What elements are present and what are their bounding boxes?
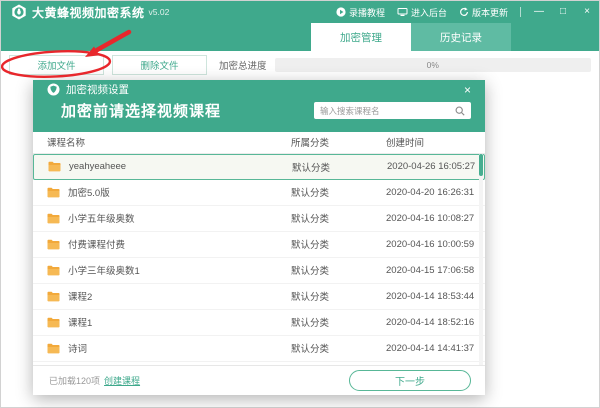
table-row[interactable]: 课程1 默认分类 2020-04-14 18:52:16 xyxy=(33,309,485,336)
scrollbar-track[interactable] xyxy=(479,153,483,365)
folder-icon xyxy=(47,291,60,301)
course-created-time: 2020-04-20 16:26:31 xyxy=(386,186,475,198)
progress-label: 加密总进度 xyxy=(219,61,267,72)
course-name: 加密5.0版 xyxy=(68,188,110,200)
table-row[interactable]: 加密5.0版 默认分类 2020-04-20 16:26:31 xyxy=(33,179,485,206)
table-row[interactable]: 付费课程付费 默认分类 2020-04-16 10:00:59 xyxy=(33,231,485,258)
course-name: 诗词 xyxy=(68,344,88,356)
table-row[interactable]: 课时测验课程一 默认分类 2020-04-10 10:32:54 xyxy=(33,361,485,365)
column-created-time: 创建时间 xyxy=(386,138,425,150)
update-link-label: 版本更新 xyxy=(471,7,508,18)
scrollbar-thumb[interactable] xyxy=(479,153,483,176)
column-course-name: 课程名称 xyxy=(47,138,86,150)
course-category: 默认分类 xyxy=(291,318,330,330)
dialog-title: 加密视频设置 xyxy=(66,84,129,97)
table-row[interactable]: 小学三年级奥数1 默认分类 2020-04-15 17:06:58 xyxy=(33,257,485,284)
table-row[interactable]: yeahyeaheee 默认分类 2020-04-26 16:05:27 xyxy=(33,153,485,180)
titlebar-separator xyxy=(520,7,521,17)
encrypt-progress-bar: 0% xyxy=(274,58,591,72)
toolbar: 添加文件 删除文件 加密总进度 0% xyxy=(1,51,599,79)
dialog-subtitle: 加密前请选择视频课程 xyxy=(61,103,222,121)
tab-encrypt-manage[interactable]: 加密管理 xyxy=(311,23,411,51)
course-created-time: 2020-04-14 18:52:16 xyxy=(386,316,475,328)
course-created-time: 2020-04-14 18:53:44 xyxy=(386,290,475,302)
folder-icon xyxy=(47,343,60,353)
course-name: 课程2 xyxy=(68,292,93,304)
table-header: 课程名称 所属分类 创建时间 xyxy=(33,131,485,154)
course-category: 默认分类 xyxy=(291,240,330,252)
backend-link-label: 进入后台 xyxy=(410,7,447,18)
course-category: 默认分类 xyxy=(291,188,330,200)
course-category: 默认分类 xyxy=(291,292,330,304)
backend-link[interactable]: 进入后台 xyxy=(397,6,447,19)
course-name: 付费课程付费 xyxy=(68,240,126,252)
tab-bar: 加密管理 历史记录 xyxy=(1,23,599,51)
course-category: 默认分类 xyxy=(291,344,330,356)
dialog-close-icon[interactable]: × xyxy=(464,84,471,96)
encrypt-settings-dialog: 加密视频设置 × 加密前请选择视频课程 课程名称 所属分类 创建时间 yeahy… xyxy=(33,80,485,395)
course-created-time: 2020-04-15 17:06:58 xyxy=(386,264,475,276)
folder-icon xyxy=(47,317,60,327)
tutorial-link[interactable]: 录播教程 xyxy=(336,6,385,19)
play-circle-icon xyxy=(336,7,346,17)
minimize-button[interactable]: — xyxy=(533,7,545,17)
app-window: 大黄蜂视频加密系统 v5.02 录播教程 进入后台 版本更新 — □ × 加密管… xyxy=(0,0,600,408)
course-category: 默认分类 xyxy=(291,214,330,226)
dialog-footer: 已加载120项 创建课程 下一步 xyxy=(33,365,485,395)
maximize-button[interactable]: □ xyxy=(557,7,569,17)
close-button[interactable]: × xyxy=(581,7,593,17)
add-file-button[interactable]: 添加文件 xyxy=(9,55,104,75)
course-category: 默认分类 xyxy=(292,162,331,174)
course-created-time: 2020-04-16 10:00:59 xyxy=(386,238,475,250)
course-created-time: 2020-04-16 10:08:27 xyxy=(386,212,475,224)
course-search-input[interactable] xyxy=(320,105,455,116)
tutorial-link-label: 录播教程 xyxy=(348,7,385,18)
loaded-count-text: 已加载120项 xyxy=(49,376,101,386)
table-row[interactable]: 诗词 默认分类 2020-04-14 14:41:37 xyxy=(33,335,485,362)
folder-icon xyxy=(48,161,61,172)
update-link[interactable]: 版本更新 xyxy=(459,6,508,19)
folder-icon xyxy=(47,213,60,223)
create-course-link[interactable]: 创建课程 xyxy=(104,374,140,387)
dialog-subheader: 加密前请选择视频课程 xyxy=(33,99,485,132)
course-name: 课程1 xyxy=(68,318,93,330)
table-row[interactable]: 课程2 默认分类 2020-04-14 18:53:44 xyxy=(33,283,485,310)
course-category: 默认分类 xyxy=(291,266,330,278)
column-category: 所属分类 xyxy=(291,138,330,150)
titlebar: 大黄蜂视频加密系统 v5.02 录播教程 进入后台 版本更新 — □ × xyxy=(1,1,599,23)
course-created-time: 2020-04-14 14:41:37 xyxy=(386,342,475,354)
app-title: 大黄蜂视频加密系统 xyxy=(32,5,145,20)
course-created-time: 2020-04-26 16:05:27 xyxy=(387,161,476,173)
course-name: 小学三年级奥数1 xyxy=(68,266,140,278)
course-list: yeahyeaheee 默认分类 2020-04-26 16:05:27 加密5… xyxy=(33,153,485,365)
delete-file-button[interactable]: 删除文件 xyxy=(112,55,207,75)
search-icon[interactable] xyxy=(455,106,465,116)
folder-icon xyxy=(47,239,60,249)
dialog-titlebar: 加密视频设置 × xyxy=(33,80,485,100)
progress-percent: 0% xyxy=(426,60,439,70)
course-search-box xyxy=(314,102,471,120)
next-step-button[interactable]: 下一步 xyxy=(349,370,471,391)
refresh-icon xyxy=(459,7,468,16)
monitor-icon xyxy=(397,8,408,16)
folder-icon xyxy=(47,265,60,275)
course-name: 小学五年级奥数 xyxy=(68,214,135,226)
tab-history[interactable]: 历史记录 xyxy=(411,23,511,51)
shield-circle-icon xyxy=(47,83,60,96)
table-row[interactable]: 小学五年级奥数 默认分类 2020-04-16 10:08:27 xyxy=(33,205,485,232)
app-version: v5.02 xyxy=(148,7,170,17)
app-logo-icon xyxy=(12,4,26,20)
folder-icon xyxy=(47,187,60,197)
course-name: yeahyeaheee xyxy=(69,161,127,173)
